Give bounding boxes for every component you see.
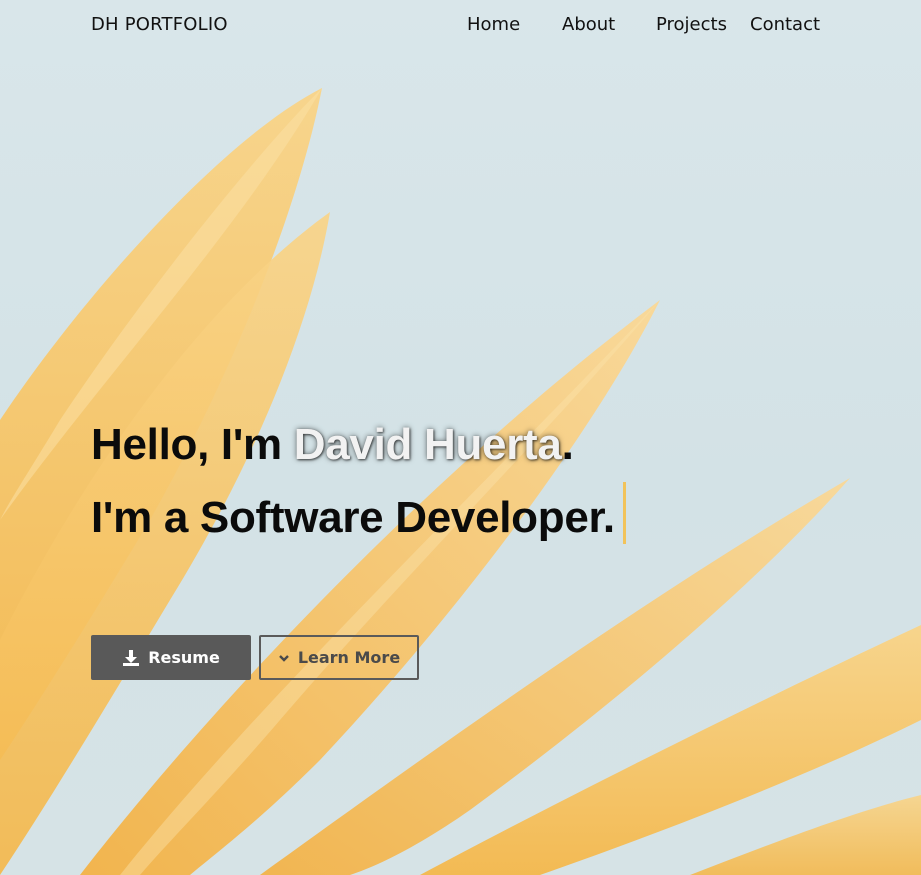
hero-greeting: Hello, I'm David Huerta. <box>91 420 574 470</box>
chevron-down-icon <box>278 653 290 663</box>
learn-more-label: Learn More <box>297 648 401 667</box>
nav-link-contact[interactable]: Contact <box>750 14 820 35</box>
nav-link-home[interactable]: Home <box>467 14 520 35</box>
nav-link-projects[interactable]: Projects <box>656 14 727 35</box>
hero-name: David Huerta <box>293 420 562 469</box>
tagline-text: I'm a Software Developer. <box>91 493 615 542</box>
hero-tagline: I'm a Software Developer. <box>91 482 626 544</box>
top-navigation: DH PORTFOLIO Home About Projects Contact <box>0 0 921 56</box>
resume-label: Resume <box>148 648 220 667</box>
typing-cursor <box>622 482 626 544</box>
resume-button[interactable]: Resume <box>91 635 251 680</box>
learn-more-button[interactable]: Learn More <box>259 635 419 680</box>
greeting-prefix: Hello, I'm <box>91 420 294 469</box>
nav-link-about[interactable]: About <box>562 14 615 35</box>
brand-logo-text[interactable]: DH PORTFOLIO <box>91 14 228 35</box>
greeting-suffix: . <box>561 420 574 469</box>
download-icon <box>122 649 140 667</box>
